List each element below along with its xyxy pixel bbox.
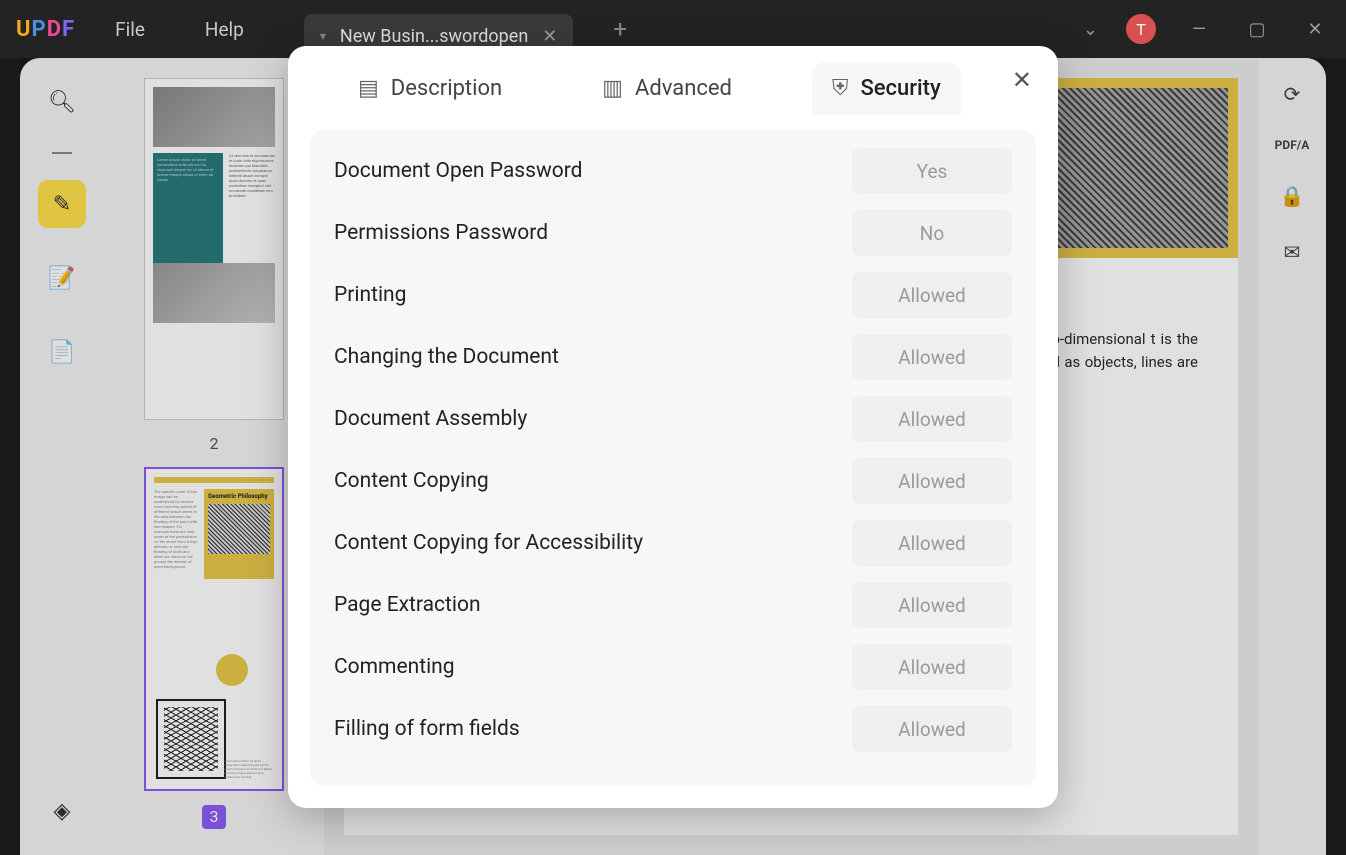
label-content-copying-accessibility: Content Copying for Accessibility	[334, 531, 643, 555]
label-commenting: Commenting	[334, 655, 455, 679]
tab-security-label: Security	[860, 76, 940, 101]
new-tab-button[interactable]: +	[613, 15, 627, 43]
value-printing: Allowed	[852, 272, 1012, 318]
menu-help[interactable]: Help	[205, 18, 244, 41]
tab-description[interactable]: ▤ Description	[338, 62, 522, 115]
value-content-copying-accessibility: Allowed	[852, 520, 1012, 566]
description-icon: ▤	[358, 76, 379, 101]
modal-tabs: ▤ Description ▥ Advanced ⛨ Security ✕	[288, 46, 1058, 130]
window-maximize-button[interactable]: ▢	[1242, 19, 1272, 40]
row-page-extraction: Page Extraction Allowed	[334, 574, 1012, 636]
tab-description-label: Description	[391, 76, 502, 101]
label-page-extraction: Page Extraction	[334, 593, 481, 617]
shield-icon: ⛨	[832, 76, 849, 101]
row-filling-form-fields: Filling of form fields Allowed	[334, 698, 1012, 760]
label-content-copying: Content Copying	[334, 469, 489, 493]
security-panel: Document Open Password Yes Permissions P…	[310, 130, 1036, 786]
value-content-copying: Allowed	[852, 458, 1012, 504]
row-printing: Printing Allowed	[334, 264, 1012, 326]
tab-security[interactable]: ⛨ Security	[812, 62, 961, 115]
book-icon: ▥	[602, 76, 623, 101]
value-filling-form-fields: Allowed	[852, 706, 1012, 752]
label-doc-open-password: Document Open Password	[334, 159, 583, 183]
tab-dropdown-icon[interactable]: ▾	[320, 29, 326, 43]
properties-modal: ▤ Description ▥ Advanced ⛨ Security ✕ Do…	[288, 46, 1058, 808]
window-close-button[interactable]: ✕	[1300, 19, 1330, 40]
label-filling-form-fields: Filling of form fields	[334, 717, 520, 741]
tab-close-icon[interactable]: ✕	[542, 26, 557, 47]
label-document-assembly: Document Assembly	[334, 407, 527, 431]
value-changing-document: Allowed	[852, 334, 1012, 380]
value-permissions-password: No	[852, 210, 1012, 256]
label-permissions-password: Permissions Password	[334, 221, 548, 245]
row-commenting: Commenting Allowed	[334, 636, 1012, 698]
row-doc-open-password: Document Open Password Yes	[334, 140, 1012, 202]
row-changing-document: Changing the Document Allowed	[334, 326, 1012, 388]
value-doc-open-password: Yes	[852, 148, 1012, 194]
row-content-copying-accessibility: Content Copying for Accessibility Allowe…	[334, 512, 1012, 574]
modal-close-button[interactable]: ✕	[1012, 66, 1032, 94]
value-document-assembly: Allowed	[852, 396, 1012, 442]
row-document-assembly: Document Assembly Allowed	[334, 388, 1012, 450]
label-changing-document: Changing the Document	[334, 345, 559, 369]
row-permissions-password: Permissions Password No	[334, 202, 1012, 264]
menu-file[interactable]: File	[115, 18, 145, 41]
tab-advanced[interactable]: ▥ Advanced	[582, 62, 752, 115]
tab-advanced-label: Advanced	[635, 76, 732, 101]
user-avatar[interactable]: T	[1126, 14, 1156, 44]
row-content-copying: Content Copying Allowed	[334, 450, 1012, 512]
tab-title: New Busin...swordopen	[340, 26, 528, 47]
value-commenting: Allowed	[852, 644, 1012, 690]
chevron-down-icon[interactable]: ⌄	[1083, 19, 1098, 40]
app-logo: UPDF	[16, 17, 75, 42]
window-minimize-button[interactable]: —	[1184, 19, 1214, 40]
value-page-extraction: Allowed	[852, 582, 1012, 628]
label-printing: Printing	[334, 283, 406, 307]
